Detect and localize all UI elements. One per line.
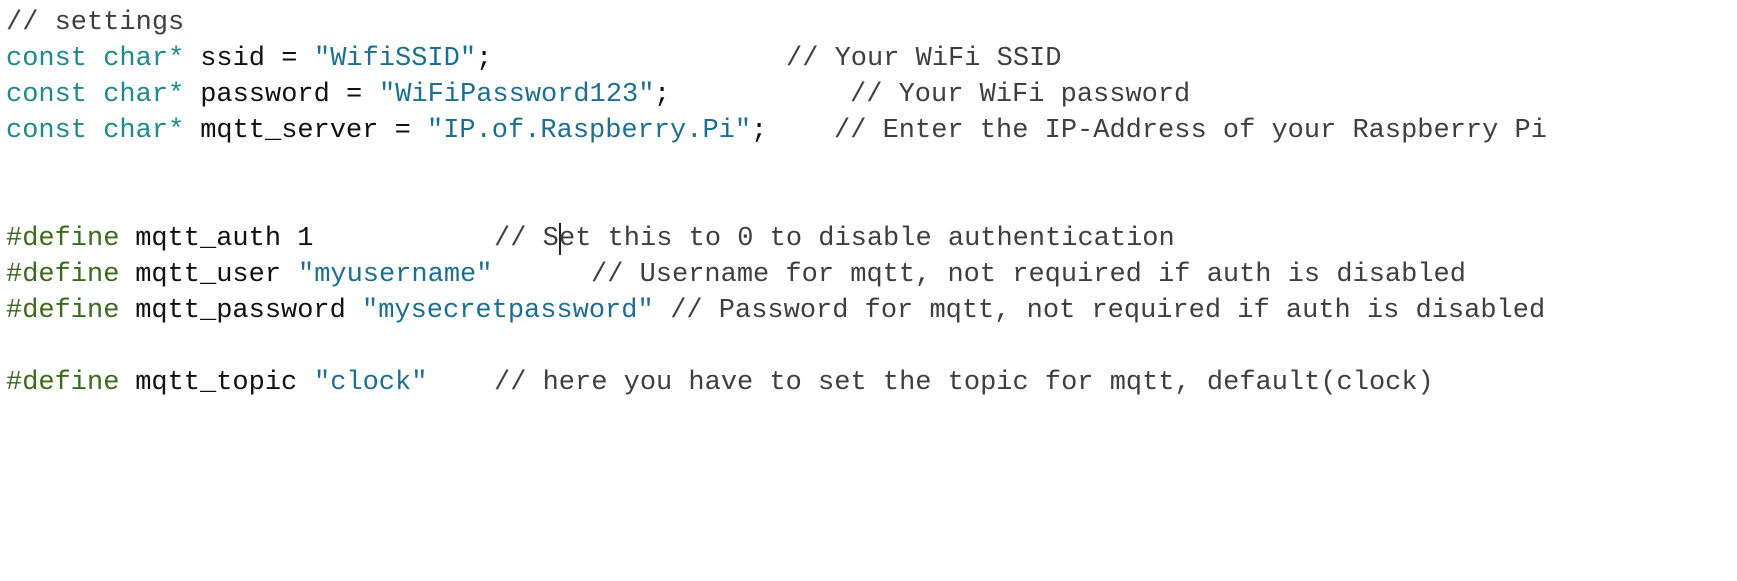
- variable-declaration: mqtt_server =: [184, 116, 428, 146]
- statement-end: ;: [476, 44, 493, 74]
- comment: // Your WiFi password: [850, 80, 1191, 110]
- macro-definition: mqtt_topic: [119, 368, 314, 398]
- code-line-5: #define mqtt_auth 1 // S et this to 0 to…: [6, 221, 1175, 257]
- comment: // Enter the IP-Address of your Raspberr…: [834, 116, 1547, 146]
- variable-declaration: password =: [184, 80, 379, 110]
- define-directive: #define: [6, 296, 120, 326]
- type-keyword: const char*: [6, 80, 185, 110]
- variable-declaration: ssid =: [184, 44, 314, 74]
- type-keyword: const char*: [6, 116, 185, 146]
- comment-continued: et this to 0 to disable authentication: [559, 224, 1175, 254]
- type-keyword: const char*: [6, 44, 185, 74]
- macro-definition: mqtt_auth 1: [119, 224, 314, 254]
- comment: // Your WiFi SSID: [786, 44, 1062, 74]
- define-directive: #define: [6, 368, 120, 398]
- code-line-6: #define mqtt_user "myusername" // Userna…: [6, 257, 1466, 293]
- string-literal: "clock": [314, 368, 428, 398]
- string-literal: "mysecretpassword": [362, 296, 654, 326]
- comment: // here you have to set the topic for mq…: [494, 368, 1434, 398]
- comment: // Password for mqtt, not required if au…: [654, 296, 1546, 326]
- string-literal: "myusername": [298, 260, 493, 290]
- string-literal: "WiFiPassword123": [379, 80, 655, 110]
- macro-definition: mqtt_password: [119, 296, 363, 326]
- comment: // S: [494, 224, 559, 254]
- statement-end: ;: [654, 80, 671, 110]
- code-line-7: #define mqtt_password "mysecretpassword"…: [6, 293, 1545, 329]
- code-line-2: const char* ssid = "WifiSSID" ; // Your …: [6, 41, 1061, 77]
- macro-definition: mqtt_user: [119, 260, 298, 290]
- define-directive: #define: [6, 224, 120, 254]
- statement-end: ;: [751, 116, 768, 146]
- define-directive: #define: [6, 260, 120, 290]
- code-line-3: const char* password = "WiFiPassword123"…: [6, 77, 1190, 113]
- string-literal: "IP.of.Raspberry.Pi": [427, 116, 752, 146]
- comment: // settings: [6, 8, 185, 38]
- code-editor[interactable]: // settings const char* ssid = "WifiSSID…: [0, 0, 1737, 455]
- string-literal: "WifiSSID": [314, 44, 477, 74]
- code-line-4: const char* mqtt_server = "IP.of.Raspber…: [6, 113, 1547, 149]
- code-line-1: // settings: [6, 5, 184, 41]
- comment: // Username for mqtt, not required if au…: [591, 260, 1466, 290]
- code-line-8: #define mqtt_topic "clock" // here you h…: [6, 365, 1434, 401]
